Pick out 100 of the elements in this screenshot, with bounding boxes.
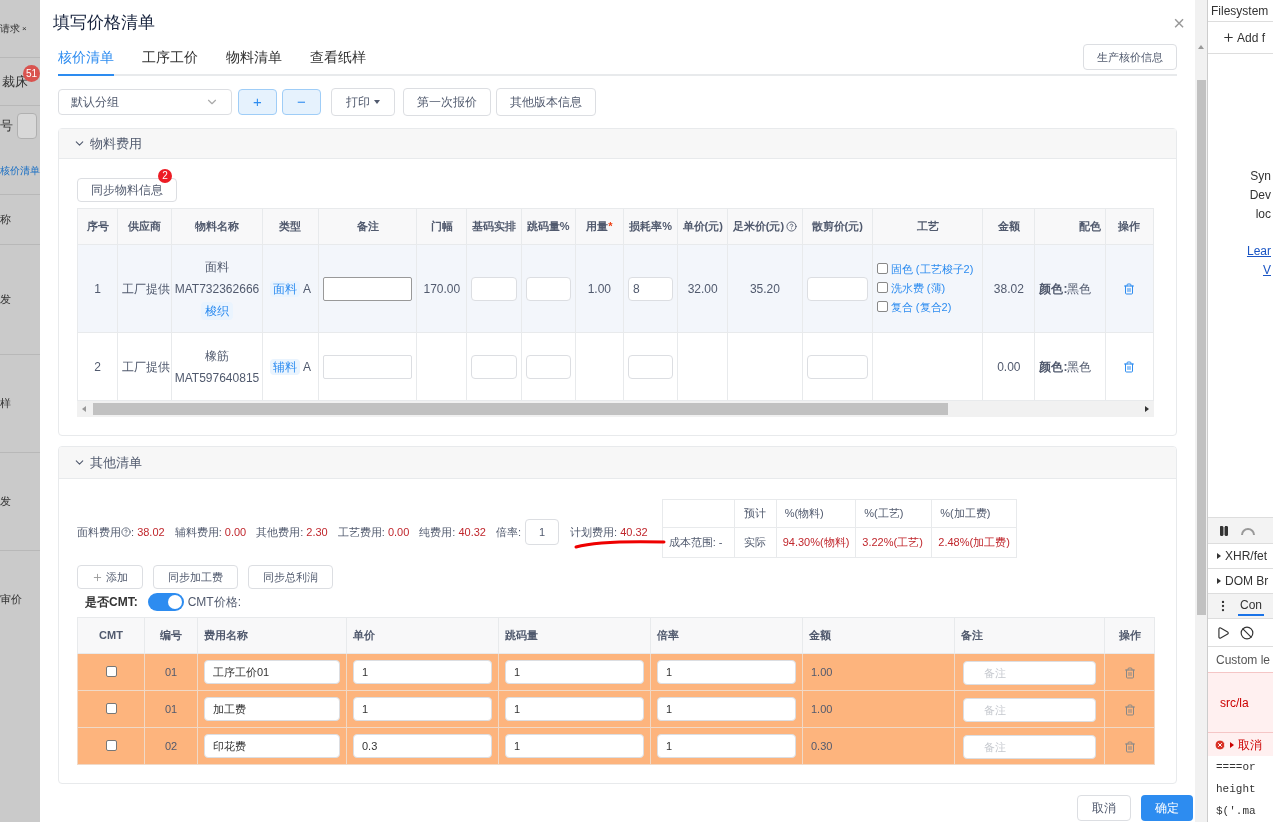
checkbox[interactable] <box>876 282 888 293</box>
tab[interactable]: 工序工价 <box>142 47 198 76</box>
section-header[interactable]: 其他清单 <box>59 447 1176 479</box>
input-field[interactable] <box>471 354 517 379</box>
field-label: 号 <box>0 117 13 136</box>
column-header: 散剪价(元) <box>802 208 873 245</box>
tab[interactable]: 查看纸样 <box>310 47 366 76</box>
error-source[interactable]: src/la <box>1220 693 1249 712</box>
column-header: 单价(元) <box>677 208 728 245</box>
cut-price-input[interactable] <box>806 276 868 301</box>
delete-icon[interactable] <box>1123 666 1136 679</box>
delete-icon[interactable] <box>1123 283 1136 296</box>
learn-link[interactable]: V <box>1263 261 1271 280</box>
input-field[interactable]: 0.3 <box>353 734 492 758</box>
column-header: 配色 <box>1034 208 1106 245</box>
pause-icon[interactable] <box>1218 524 1230 537</box>
note-input[interactable] <box>322 276 413 301</box>
code-text: 01 <box>164 665 178 678</box>
section-label[interactable]: DOM Br <box>1225 572 1269 590</box>
filter-field[interactable]: Custom le <box>1216 650 1271 669</box>
cmt-toggle[interactable] <box>147 593 184 611</box>
delete-icon[interactable] <box>1123 740 1136 753</box>
cmt-price-label: CMT价格: <box>187 594 241 611</box>
cut-price-input[interactable] <box>806 354 868 379</box>
horizontal-scrollbar[interactable] <box>77 401 1154 417</box>
add-folder-link[interactable]: Add f <box>1237 28 1266 47</box>
scroll-left-icon[interactable] <box>81 406 87 412</box>
rate-label: 倍率: <box>495 524 521 540</box>
scroll-right-icon[interactable] <box>1144 406 1150 412</box>
row-number: 1 <box>94 281 101 296</box>
column-header: 金额 <box>802 617 955 654</box>
column-header: 金额 <box>982 208 1035 245</box>
version-button[interactable]: 第一次报价 <box>403 88 491 116</box>
input-field[interactable]: 1 <box>353 697 492 721</box>
column-header: 费用名称 <box>197 617 347 654</box>
column-header: 足米价(元) <box>727 208 803 245</box>
group-select[interactable]: 默认分组 <box>58 89 232 115</box>
input-field[interactable]: 1 <box>505 734 644 758</box>
checkbox[interactable] <box>105 740 117 751</box>
supplier-text: 工厂提供 <box>122 281 171 296</box>
input-field[interactable] <box>525 276 571 301</box>
tab[interactable]: 核价清单 <box>58 47 114 76</box>
add-icon[interactable] <box>1222 31 1235 44</box>
input-field[interactable]: 1 <box>353 660 492 684</box>
checkbox[interactable] <box>876 301 888 312</box>
tab-label[interactable]: 请求 <box>0 21 20 36</box>
cost-summary: 辅料费用: 0.00 <box>174 524 247 540</box>
clear-icon[interactable] <box>1240 625 1254 640</box>
production-info-button[interactable]: 生产核价信息 <box>1083 44 1177 70</box>
grade-text: A <box>302 359 311 374</box>
row-label: 称 <box>0 212 11 228</box>
column-header: 序号 <box>77 208 118 245</box>
loss-rate-input[interactable] <box>627 354 674 379</box>
section-header[interactable]: 物料费用 <box>59 129 1176 159</box>
input-field[interactable] <box>525 354 571 379</box>
input-field[interactable] <box>471 276 517 301</box>
scroll-up-icon[interactable] <box>1198 44 1204 50</box>
input-field[interactable] <box>17 113 37 139</box>
delete-icon[interactable] <box>1123 361 1136 374</box>
expand-icon[interactable] <box>1216 553 1222 559</box>
loss-rate-input[interactable]: 8 <box>627 276 674 301</box>
column-header: 操作 <box>1104 617 1155 654</box>
input-field[interactable]: 印花费 <box>204 734 340 758</box>
input-field[interactable]: 工序工价01 <box>204 660 340 684</box>
range-value: 94.30%(物料) <box>776 527 856 558</box>
info-text: loc <box>1255 206 1271 223</box>
range-header: %(工艺) <box>855 499 932 528</box>
input-field[interactable]: 1 <box>657 734 796 758</box>
input-field[interactable]: 1 <box>657 697 796 721</box>
checkbox[interactable] <box>105 703 117 714</box>
input-field[interactable]: 1 <box>657 660 796 684</box>
delete-icon[interactable] <box>1123 703 1136 716</box>
section-label[interactable]: XHR/fet <box>1225 547 1267 565</box>
range-value: 3.22%(工艺) <box>855 527 932 558</box>
cancel-button[interactable]: 取消 <box>1077 795 1131 821</box>
tab[interactable]: 物料清单 <box>226 47 282 76</box>
input-field[interactable]: 1 <box>505 660 644 684</box>
caret-icon[interactable] <box>374 99 380 105</box>
rate-input[interactable]: 1 <box>525 519 559 545</box>
input-field[interactable]: 1 <box>505 697 644 721</box>
action-button[interactable]: 同步加工费 <box>153 565 238 589</box>
vertical-scrollbar[interactable] <box>1195 0 1207 822</box>
material-name: 橡筋 <box>205 347 229 365</box>
print-button[interactable]: 打印 <box>331 88 395 116</box>
range-value: 2.48%(加工费) <box>931 527 1017 558</box>
column-header: 备注 <box>318 208 417 245</box>
checkbox[interactable] <box>105 666 117 677</box>
close-icon[interactable]: × <box>22 22 27 35</box>
expand-icon[interactable] <box>1216 578 1222 584</box>
panel-tab[interactable]: Filesystem <box>1211 1 1269 20</box>
checkbox[interactable] <box>876 263 888 274</box>
range-header: %(加工费) <box>931 499 1017 528</box>
action-button[interactable]: 添加 <box>77 565 143 589</box>
cmt-label: 是否CMT: <box>85 594 138 611</box>
version-button[interactable]: 其他版本信息 <box>496 88 596 116</box>
learn-link[interactable]: Lear <box>1246 242 1271 261</box>
color-text: 颜色:黑色 <box>1039 359 1092 374</box>
input-field[interactable]: 加工费 <box>204 697 340 721</box>
action-button[interactable]: 同步总利润 <box>248 565 333 589</box>
column-header: 操作 <box>1105 208 1154 245</box>
